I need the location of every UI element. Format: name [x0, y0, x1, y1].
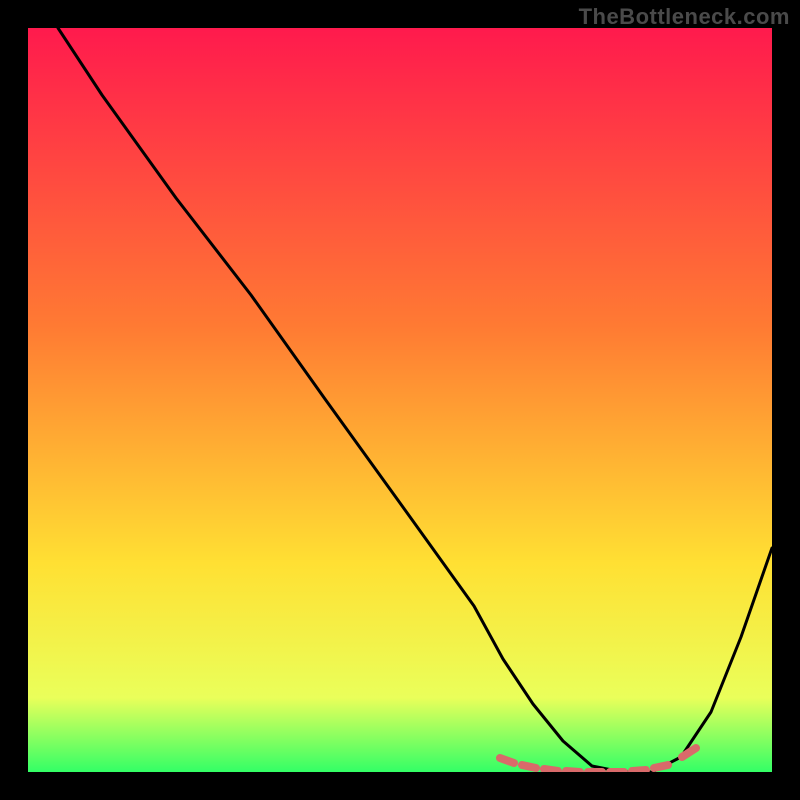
watermark-text: TheBottleneck.com: [579, 4, 790, 30]
dash-segment: [522, 765, 536, 768]
dash-segment: [500, 758, 514, 763]
plot-svg: [28, 28, 772, 772]
gradient-background: [28, 28, 772, 772]
dash-segment: [544, 769, 558, 771]
chart-frame: TheBottleneck.com: [0, 0, 800, 800]
dash-segment: [566, 771, 580, 772]
dash-segment: [632, 770, 646, 771]
dash-segment: [654, 765, 668, 768]
plot-area: [28, 28, 772, 772]
